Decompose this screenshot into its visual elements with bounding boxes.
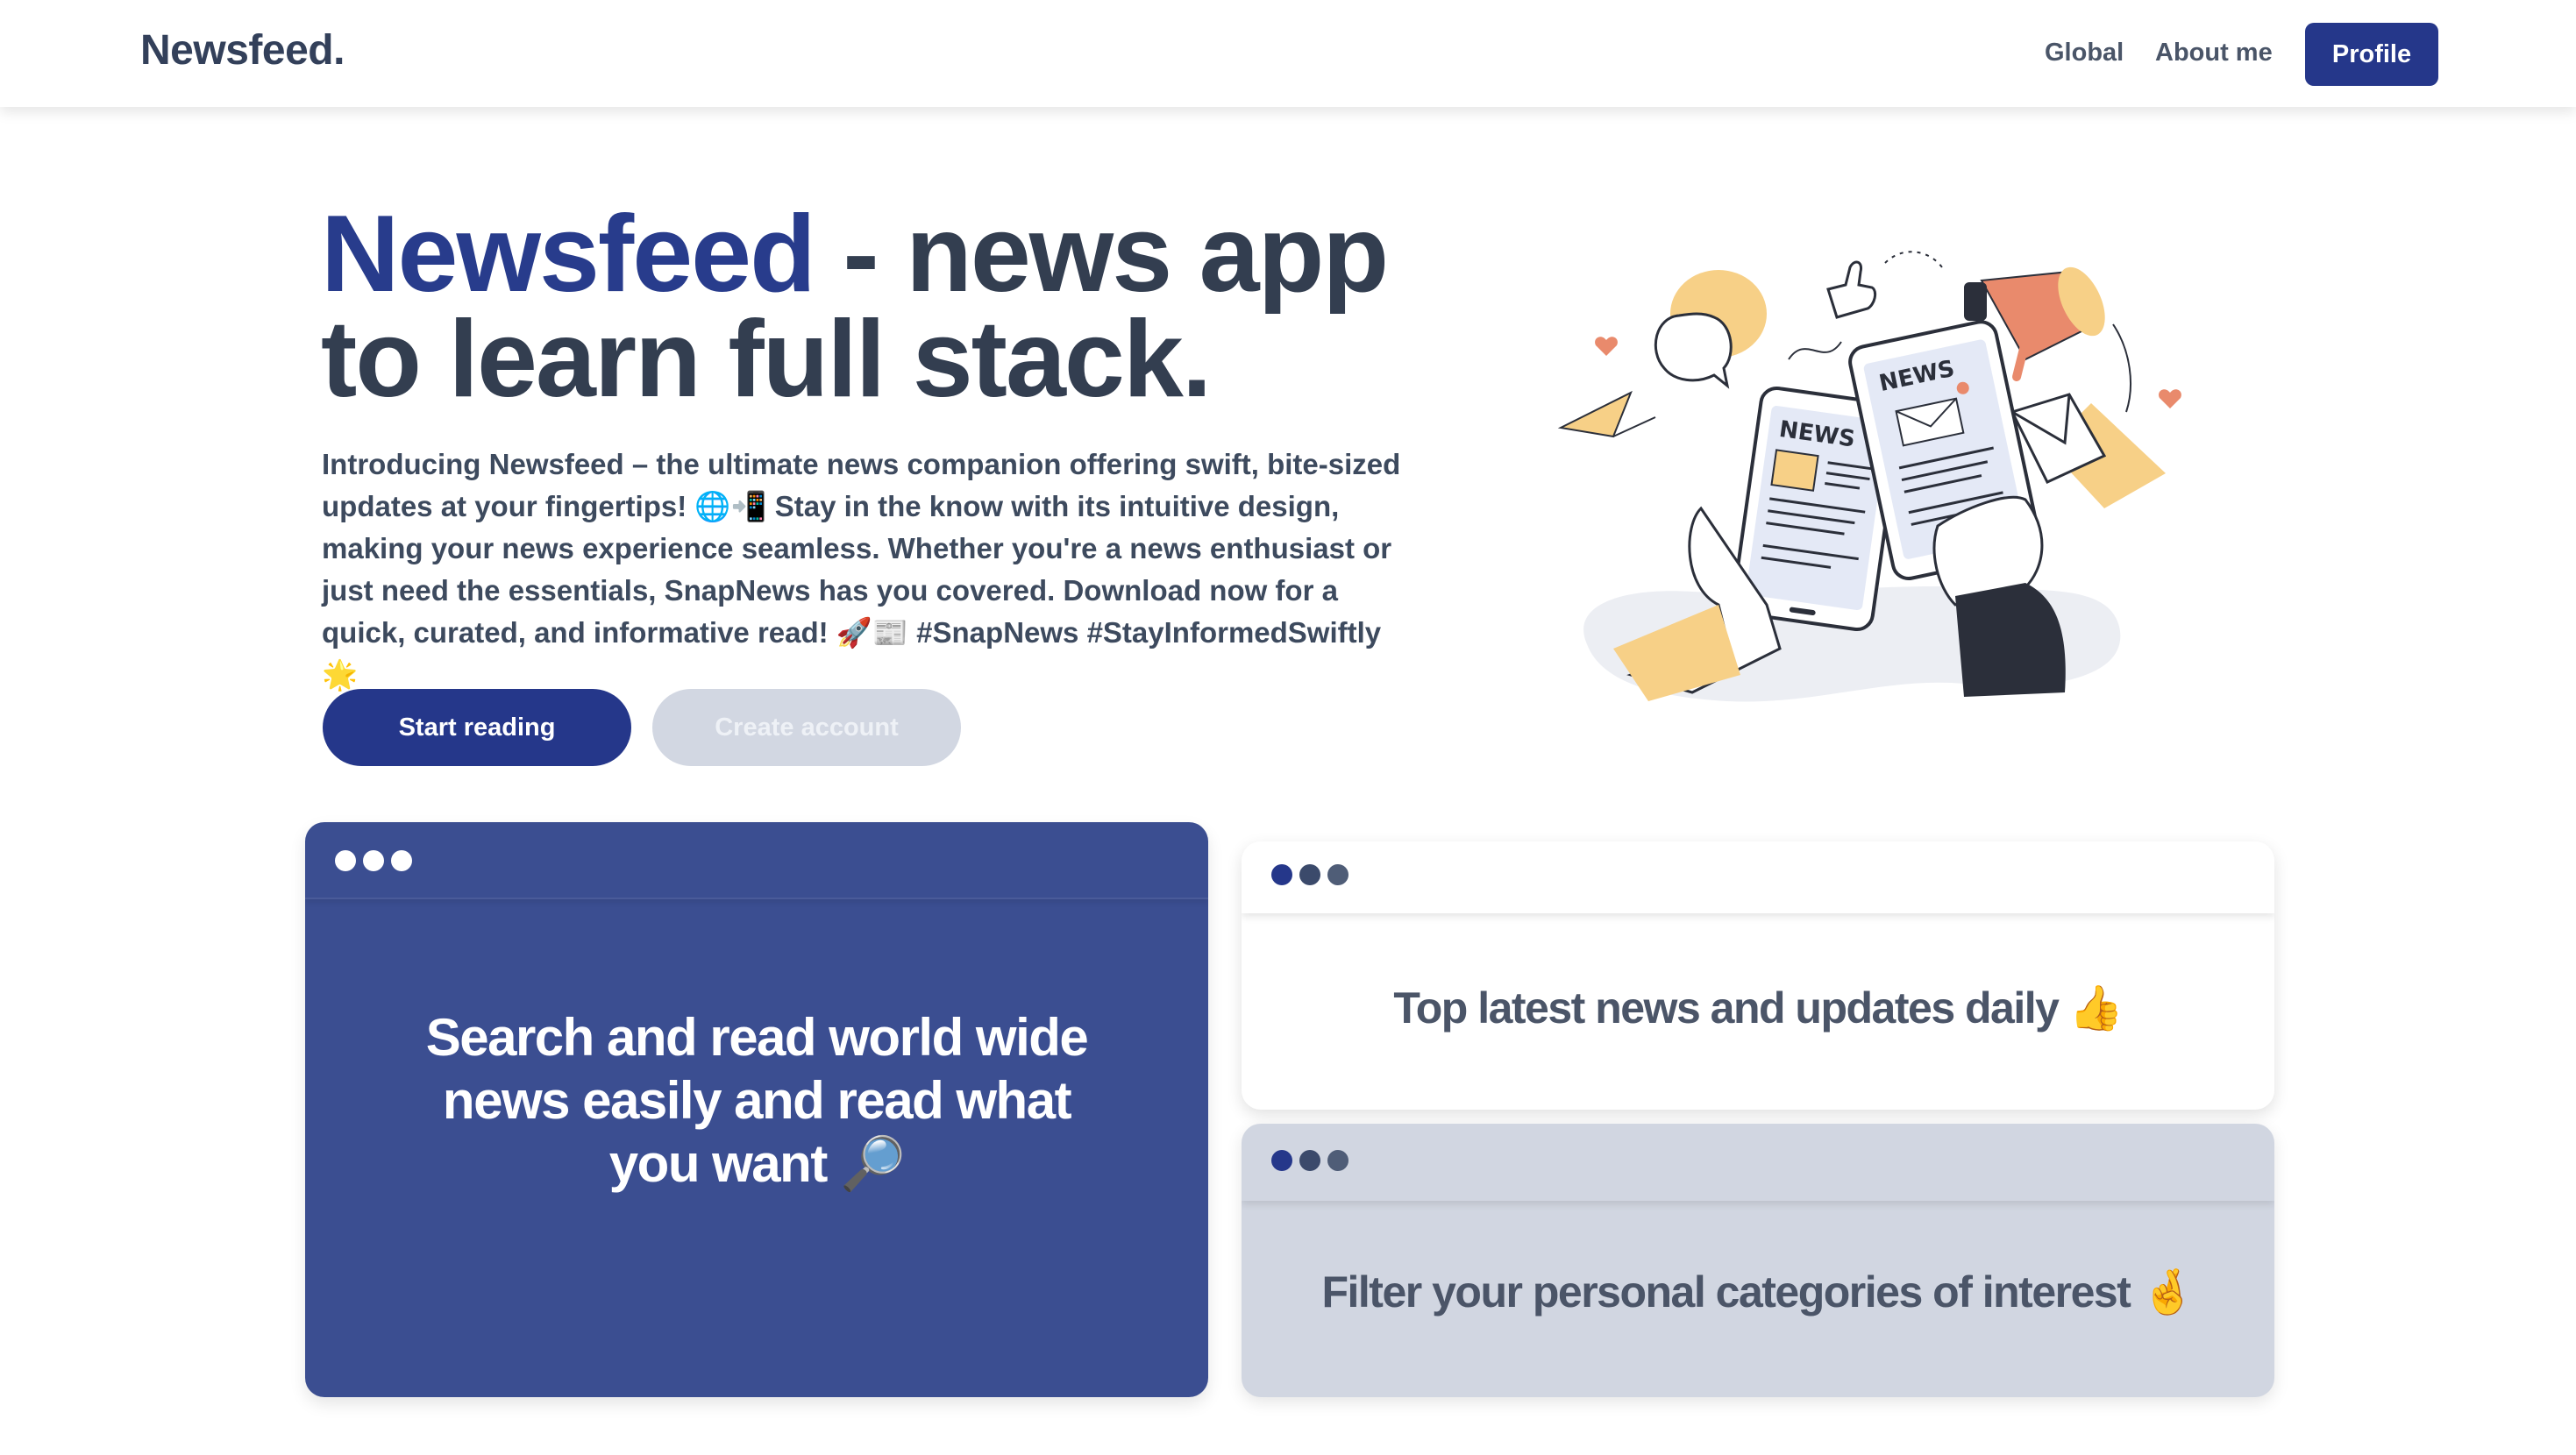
window-dot xyxy=(363,850,384,871)
thumbs-up-icon xyxy=(1826,260,1877,319)
window-dot xyxy=(1271,1150,1292,1171)
window-dot xyxy=(1299,1150,1320,1171)
nav-link-about[interactable]: About me xyxy=(2155,39,2273,67)
window-dots xyxy=(1271,1150,1348,1171)
window-dot xyxy=(1327,864,1348,885)
window-dots xyxy=(335,850,412,871)
card-window-bar xyxy=(305,822,1208,899)
card-window-bar xyxy=(1242,841,2274,913)
create-account-button[interactable]: Create account xyxy=(652,689,961,766)
hero-title-accent: Newsfeed xyxy=(321,194,816,315)
news-phones-illustration: NEWS NEWS xyxy=(1557,251,2181,702)
heart-right xyxy=(2159,389,2181,408)
paper-plane xyxy=(1557,390,1633,438)
feature-card-latest: Top latest news and updates daily 👍 xyxy=(1242,841,2274,1110)
bubble-outline xyxy=(1654,312,1733,389)
card-window-bar xyxy=(1242,1124,2274,1201)
hero-description: Introducing Newsfeed – the ultimate news… xyxy=(322,448,1401,691)
top-navbar: Newsfeed. Global About me Profile xyxy=(0,0,2576,107)
window-dot xyxy=(391,850,412,871)
heart-left xyxy=(1595,337,1618,356)
start-reading-button[interactable]: Start reading xyxy=(323,689,631,766)
window-dot xyxy=(335,850,356,871)
nav-link-global[interactable]: Global xyxy=(2045,39,2124,67)
hero-title: Newsfeed - news app to learn full stack. xyxy=(321,200,1461,414)
window-dots xyxy=(1271,864,1348,885)
window-dot xyxy=(1299,864,1320,885)
feature-card-search-text: Search and read world wide news easily a… xyxy=(425,1008,1089,1193)
feature-card-filter-text: Filter your personal categories of inter… xyxy=(1321,1267,2195,1317)
profile-button[interactable]: Profile xyxy=(2305,23,2438,86)
feature-card-search: Search and read world wide news easily a… xyxy=(305,822,1208,1397)
window-dot xyxy=(1327,1150,1348,1171)
feature-card-latest-text: Top latest news and updates daily 👍 xyxy=(1393,983,2124,1033)
feature-card-filter: Filter your personal categories of inter… xyxy=(1242,1124,2274,1397)
window-dot xyxy=(1271,864,1292,885)
brand-logo[interactable]: Newsfeed. xyxy=(140,26,345,75)
